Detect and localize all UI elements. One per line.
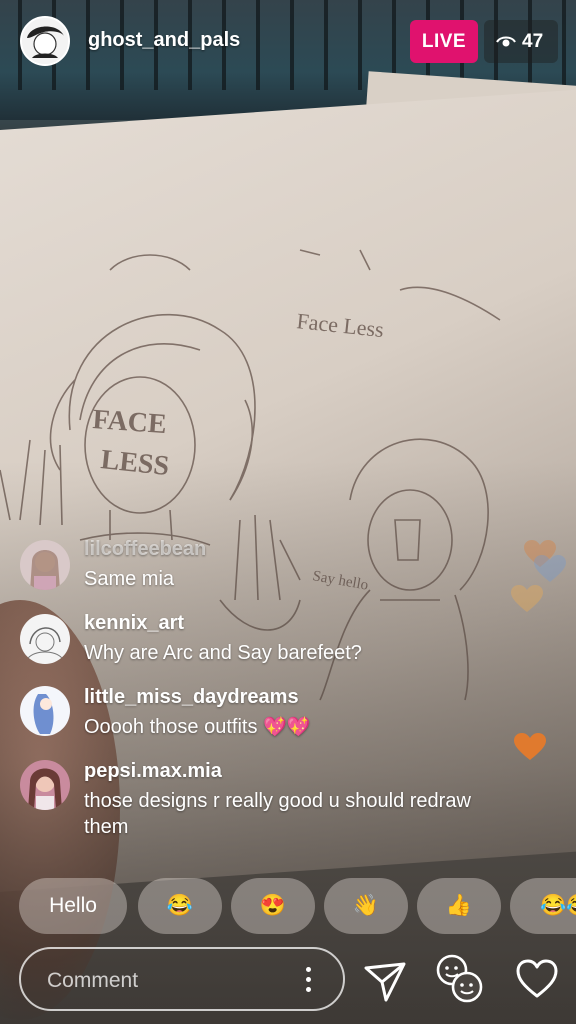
comment-username[interactable]: kennix_art (84, 612, 184, 635)
comment-username[interactable]: little_miss_daydreams (84, 686, 299, 709)
comment-text: those designs r really good u should red… (84, 790, 471, 838)
comment-field[interactable] (19, 947, 345, 1011)
faces-icon[interactable] (434, 952, 484, 1006)
send-icon[interactable] (360, 952, 410, 1006)
quick-reaction-thumbs-up[interactable]: 👍 (417, 878, 501, 934)
viewer-count: 47 (522, 31, 544, 52)
comment-username[interactable]: lilcoffeebean (84, 538, 206, 561)
quick-reaction-double-laughing[interactable]: 😂😂 (510, 878, 576, 934)
heart-icon[interactable] (512, 952, 562, 1006)
comment-text: Why are Arc and Say barefeet? (84, 642, 362, 664)
comment-text: Same mia (84, 568, 175, 590)
live-video-frame: Face Less FACE LESS Say hello (0, 0, 576, 1024)
host-avatar[interactable] (20, 16, 70, 66)
commenter-avatar[interactable] (20, 614, 70, 664)
quick-reply-hello[interactable]: Hello (19, 878, 127, 934)
comment-input[interactable] (45, 965, 289, 997)
commenter-avatar[interactable] (20, 540, 70, 590)
floating-heart-icon (534, 555, 566, 582)
comment-text: Ooooh those outfits 💖💖 (84, 714, 504, 741)
more-options-icon[interactable] (301, 965, 315, 995)
viewer-count-badge[interactable]: 47 (484, 20, 558, 63)
quick-reaction-laughing[interactable]: 😂 (138, 878, 222, 934)
commenter-avatar[interactable] (20, 760, 70, 810)
live-badge: LIVE (410, 20, 478, 63)
live-header: ghost_and_pals LIVE 47 (0, 0, 576, 84)
commenter-avatar[interactable] (20, 686, 70, 736)
comment-username[interactable]: pepsi.max.mia (84, 760, 222, 783)
quick-reactions-row: Hello 😂 😍 👋 👍 😂😂 (0, 878, 576, 936)
eye-icon (496, 36, 516, 47)
comment-text-body: Ooooh those outfits (84, 716, 258, 738)
floating-heart-icon (511, 585, 543, 612)
quick-reaction-heart-eyes[interactable]: 😍 (231, 878, 315, 934)
sparkling-heart-emoji: 💖💖 (263, 717, 311, 738)
host-username[interactable]: ghost_and_pals (88, 29, 240, 52)
bottom-shade (0, 0, 576, 1024)
floating-heart-icon (514, 733, 546, 760)
quick-reaction-wave[interactable]: 👋 (324, 878, 408, 934)
